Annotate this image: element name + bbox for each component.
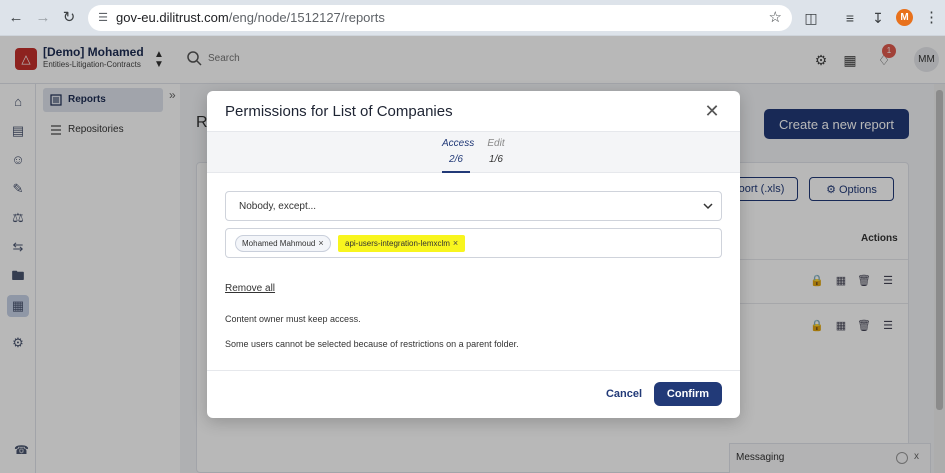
remove-tag-icon[interactable]: ×: [453, 238, 458, 248]
back-icon[interactable]: ←: [6, 8, 26, 28]
active-tab-indicator: [442, 171, 470, 173]
tab-edit[interactable]: Edit 1/6: [484, 138, 508, 165]
site-info-icon[interactable]: ☰: [95, 10, 111, 26]
users-tag-input[interactable]: Mohamed Mahmoud × api-users-integration-l…: [225, 228, 722, 258]
dialog-title: Permissions for List of Companies: [225, 103, 453, 120]
select-value: Nobody, except...: [239, 201, 317, 212]
confirm-button[interactable]: Confirm: [654, 382, 722, 406]
browser-toolbar: ← → ↻ ☰ gov-eu.dilitrust.com/eng/node/15…: [0, 0, 945, 36]
profile-avatar[interactable]: M: [896, 9, 913, 26]
access-mode-select[interactable]: Nobody, except...: [225, 191, 722, 221]
owner-note: Content owner must keep access.: [225, 314, 361, 324]
user-tag: api-users-integration-lemxclm ×: [338, 235, 466, 252]
permissions-dialog: Permissions for List of Companies ✕ Acce…: [207, 91, 740, 418]
browser-menu-icon[interactable]: ⋮: [924, 8, 939, 28]
address-bar[interactable]: ☰ gov-eu.dilitrust.com/eng/node/1512127/…: [88, 5, 792, 31]
download-icon[interactable]: ↧: [868, 8, 888, 28]
tag-label: Mohamed Mahmoud: [242, 239, 316, 248]
close-icon[interactable]: ✕: [703, 102, 721, 120]
footer-divider: [207, 370, 740, 371]
extensions-icon[interactable]: ◫: [801, 8, 821, 28]
tab-count: 2/6: [449, 154, 463, 165]
tab-label: Edit: [487, 138, 505, 149]
user-tag: Mohamed Mahmoud ×: [235, 235, 331, 252]
permission-tabs: Access 2/6 Edit 1/6: [207, 131, 740, 173]
tab-access[interactable]: Access 2/6: [442, 138, 475, 165]
forward-icon[interactable]: →: [33, 8, 53, 28]
media-icon[interactable]: ≡: [840, 8, 860, 28]
tag-label: api-users-integration-lemxclm: [345, 239, 450, 248]
cancel-button[interactable]: Cancel: [602, 386, 646, 402]
bookmark-star-icon[interactable]: ☆: [769, 8, 782, 26]
remove-tag-icon[interactable]: ×: [318, 238, 323, 248]
reload-icon[interactable]: ↻: [59, 8, 79, 28]
tab-label: Access: [442, 138, 475, 149]
remove-all-link[interactable]: Remove all: [225, 283, 275, 294]
chevron-down-icon: [703, 203, 713, 210]
restriction-note: Some users cannot be selected because of…: [225, 339, 519, 349]
tab-count: 1/6: [489, 154, 503, 165]
url-text: gov-eu.dilitrust.com/eng/node/1512127/re…: [116, 10, 385, 25]
